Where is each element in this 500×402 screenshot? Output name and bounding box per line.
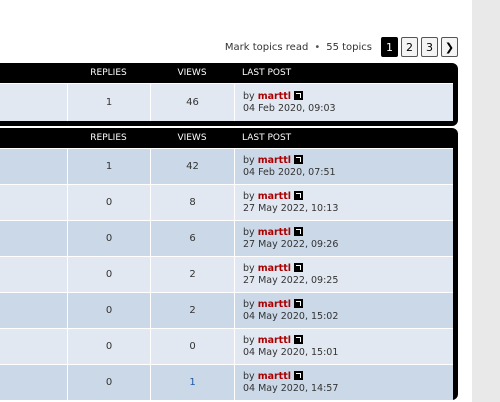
announcements-block: REPLIES VIEWS LAST POST 1 46 by marttl 0… (0, 63, 458, 126)
page-margin (472, 0, 500, 402)
author-link[interactable]: marttl (258, 335, 291, 346)
topic-row[interactable]: 0 1 by marttl 04 May 2020, 14:57 (0, 364, 453, 400)
page-button-1[interactable]: 1 (381, 37, 398, 57)
goto-last-post-icon[interactable] (294, 226, 304, 236)
by-label: by (243, 190, 255, 202)
by-label: by (243, 90, 255, 102)
mark-topics-read-link[interactable]: Mark topics read (225, 42, 308, 53)
views-count: 8 (150, 185, 234, 220)
author-link[interactable]: marttl (258, 155, 291, 166)
topic-row[interactable]: 0 8 by marttl 27 May 2022, 10:13 (0, 184, 453, 220)
replies-count: 0 (67, 257, 150, 292)
post-date: 27 May 2022, 09:26 (243, 238, 339, 250)
page: Mark topics read • 55 topics 1 2 3 ❯ REP… (0, 0, 472, 402)
author-link[interactable]: marttl (258, 299, 291, 310)
last-post-cell: by marttl 27 May 2022, 09:25 (234, 257, 453, 292)
views-count: 0 (150, 329, 234, 364)
topic-title-cell[interactable] (0, 221, 67, 256)
last-post-cell: by marttl 04 Feb 2020, 09:03 (234, 84, 453, 121)
separator: • (314, 41, 321, 53)
topic-row[interactable]: 0 6 by marttl 27 May 2022, 09:26 (0, 220, 453, 256)
topic-title-cell[interactable] (0, 257, 67, 292)
next-page-button[interactable]: ❯ (441, 37, 458, 57)
page-button-2[interactable]: 2 (401, 37, 418, 57)
views-count: 46 (150, 84, 234, 121)
views-header: VIEWS (177, 133, 207, 143)
by-label: by (243, 262, 255, 274)
goto-last-post-icon[interactable] (294, 262, 304, 272)
goto-last-post-icon[interactable] (294, 90, 304, 100)
author-link[interactable]: marttl (258, 371, 291, 382)
post-date: 27 May 2022, 10:13 (243, 202, 339, 214)
by-label: by (243, 154, 255, 166)
topic-title-cell[interactable] (0, 329, 67, 364)
announcements-header: REPLIES VIEWS LAST POST (0, 63, 453, 83)
goto-last-post-icon[interactable] (294, 154, 304, 164)
goto-last-post-icon[interactable] (294, 370, 304, 380)
author-link[interactable]: marttl (258, 91, 291, 102)
views-count: 2 (150, 293, 234, 328)
topic-count: 55 topics (326, 41, 372, 53)
post-date: 04 May 2020, 14:57 (243, 382, 339, 394)
goto-last-post-icon[interactable] (294, 190, 304, 200)
views-count: 42 (150, 149, 234, 184)
views-count: 6 (150, 221, 234, 256)
topic-title-cell[interactable] (0, 84, 67, 121)
replies-count: 0 (67, 365, 150, 400)
page-button-3[interactable]: 3 (421, 37, 438, 57)
last-post-cell: by marttl 27 May 2022, 09:26 (234, 221, 453, 256)
topics-header: REPLIES VIEWS LAST POST (0, 128, 453, 148)
topic-row[interactable]: 1 46 by marttl 04 Feb 2020, 09:03 (0, 83, 453, 121)
topic-title-cell[interactable] (0, 293, 67, 328)
views-header: VIEWS (177, 68, 207, 78)
last-post-header: LAST POST (242, 133, 292, 143)
last-post-cell: by marttl 04 May 2020, 14:57 (234, 365, 453, 400)
topic-title-cell[interactable] (0, 365, 67, 400)
author-link[interactable]: marttl (258, 191, 291, 202)
last-post-cell: by marttl 27 May 2022, 10:13 (234, 185, 453, 220)
replies-count: 0 (67, 329, 150, 364)
topic-row[interactable]: 0 2 by marttl 27 May 2022, 09:25 (0, 256, 453, 292)
by-label: by (243, 370, 255, 382)
views-count: 1 (150, 365, 234, 400)
post-date: 04 May 2020, 15:01 (243, 346, 339, 358)
replies-count: 0 (67, 293, 150, 328)
post-date: 04 May 2020, 15:02 (243, 310, 339, 322)
views-count: 2 (150, 257, 234, 292)
topic-row[interactable]: 0 0 by marttl 04 May 2020, 15:01 (0, 328, 453, 364)
post-date: 04 Feb 2020, 07:51 (243, 166, 336, 178)
topic-title-cell[interactable] (0, 149, 67, 184)
last-post-cell: by marttl 04 May 2020, 15:02 (234, 293, 453, 328)
replies-header: REPLIES (90, 133, 127, 143)
author-link[interactable]: marttl (258, 263, 291, 274)
replies-count: 1 (67, 149, 150, 184)
topic-row[interactable]: 0 2 by marttl 04 May 2020, 15:02 (0, 292, 453, 328)
pagination-bar: Mark topics read • 55 topics 1 2 3 ❯ (225, 36, 458, 58)
replies-count: 0 (67, 185, 150, 220)
author-link[interactable]: marttl (258, 227, 291, 238)
replies-header: REPLIES (90, 68, 127, 78)
post-date: 04 Feb 2020, 09:03 (243, 102, 336, 114)
by-label: by (243, 226, 255, 238)
last-post-cell: by marttl 04 Feb 2020, 07:51 (234, 149, 453, 184)
last-post-header: LAST POST (242, 68, 292, 78)
replies-count: 0 (67, 221, 150, 256)
by-label: by (243, 298, 255, 310)
goto-last-post-icon[interactable] (294, 334, 304, 344)
goto-last-post-icon[interactable] (294, 298, 304, 308)
last-post-cell: by marttl 04 May 2020, 15:01 (234, 329, 453, 364)
topic-row[interactable]: 1 42 by marttl 04 Feb 2020, 07:51 (0, 148, 453, 184)
topics-block: REPLIES VIEWS LAST POST 1 42 by marttl 0… (0, 128, 458, 400)
by-label: by (243, 334, 255, 346)
post-date: 27 May 2022, 09:25 (243, 274, 339, 286)
topic-title-cell[interactable] (0, 185, 67, 220)
replies-count: 1 (67, 84, 150, 121)
